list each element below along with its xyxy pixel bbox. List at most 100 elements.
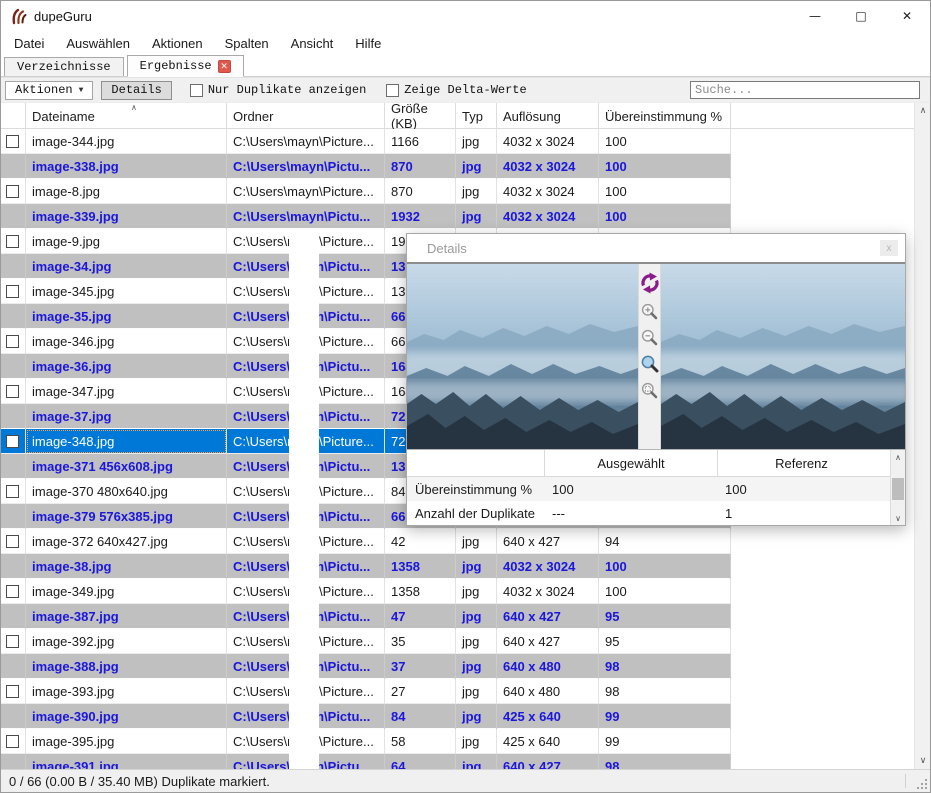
header-ordner[interactable]: Ordner bbox=[227, 103, 385, 129]
row-checkbox[interactable] bbox=[6, 435, 19, 448]
row-checkbox-cell bbox=[1, 179, 26, 204]
cell-filename: image-372 640x427.jpg bbox=[26, 529, 227, 554]
menu-ansicht[interactable]: Ansicht bbox=[280, 36, 345, 51]
row-checkbox[interactable] bbox=[6, 385, 19, 398]
cell-resolution: 640 x 480 bbox=[497, 654, 599, 679]
cell-resolution: 425 x 640 bbox=[497, 729, 599, 754]
header-uebereinstimmung[interactable]: Übereinstimmung % bbox=[599, 103, 731, 129]
cell-resolution: 4032 x 3024 bbox=[497, 554, 599, 579]
details-info-scrollbar[interactable]: ∧ ∨ bbox=[890, 450, 905, 525]
row-checkbox[interactable] bbox=[6, 535, 19, 548]
zoom-normal-size-icon[interactable] bbox=[641, 355, 659, 373]
cell-size-kb: 870 bbox=[385, 154, 456, 179]
table-row[interactable]: image-395.jpg C:\Users\mayn\Picture... 5… bbox=[1, 729, 731, 754]
cell-size-kb: 27 bbox=[385, 679, 456, 704]
info-label: Übereinstimmung % bbox=[407, 482, 544, 497]
cell-type: jpg bbox=[456, 704, 497, 729]
table-row[interactable]: image-38.jpg C:\Users\mayn\Pictu... 1358… bbox=[1, 554, 731, 579]
delta-values-checkbox[interactable] bbox=[386, 84, 399, 97]
row-checkbox[interactable] bbox=[6, 135, 19, 148]
scroll-up-icon[interactable]: ∧ bbox=[891, 450, 905, 464]
table-row[interactable]: image-391.jpg C:\Users\mayn\Pictu... 64 … bbox=[1, 754, 731, 769]
menu-aktionen[interactable]: Aktionen bbox=[141, 36, 214, 51]
cell-filename: image-392.jpg bbox=[26, 629, 227, 654]
row-checkbox[interactable] bbox=[6, 235, 19, 248]
table-row[interactable]: image-338.jpg C:\Users\mayn\Pictu... 870… bbox=[1, 154, 731, 179]
details-button[interactable]: Details bbox=[101, 81, 171, 100]
row-checkbox-cell bbox=[1, 604, 26, 629]
cell-size-kb: 1358 bbox=[385, 579, 456, 604]
cell-size-kb: 42 bbox=[385, 529, 456, 554]
cell-filename: image-37.jpg bbox=[26, 404, 227, 429]
table-row[interactable]: image-339.jpg C:\Users\mayn\Pictu... 193… bbox=[1, 204, 731, 229]
cell-filename: image-388.jpg bbox=[26, 654, 227, 679]
cell-resolution: 640 x 427 bbox=[497, 754, 599, 770]
table-row[interactable]: image-392.jpg C:\Users\mayn\Picture... 3… bbox=[1, 629, 731, 654]
table-row[interactable]: image-372 640x427.jpg C:\Users\mayn\Pict… bbox=[1, 529, 731, 554]
details-dialog-titlebar[interactable]: Details x bbox=[407, 234, 905, 262]
menu-auswaehlen[interactable]: Auswählen bbox=[55, 36, 141, 51]
table-row[interactable]: image-390.jpg C:\Users\mayn\Pictu... 84 … bbox=[1, 704, 731, 729]
maximize-button[interactable]: □ bbox=[838, 1, 884, 31]
cell-filename: image-395.jpg bbox=[26, 729, 227, 754]
scroll-up-icon[interactable]: ∧ bbox=[915, 103, 930, 119]
row-checkbox[interactable] bbox=[6, 335, 19, 348]
table-row[interactable]: image-8.jpg C:\Users\mayn\Picture... 870… bbox=[1, 179, 731, 204]
cell-filename: image-349.jpg bbox=[26, 579, 227, 604]
scroll-down-icon[interactable]: ∨ bbox=[891, 511, 905, 525]
row-checkbox-cell bbox=[1, 279, 26, 304]
cell-resolution: 640 x 480 bbox=[497, 679, 599, 704]
table-row[interactable]: image-349.jpg C:\Users\mayn\Picture... 1… bbox=[1, 579, 731, 604]
resize-grip[interactable] bbox=[917, 779, 927, 789]
row-checkbox[interactable] bbox=[6, 185, 19, 198]
cell-type: jpg bbox=[456, 179, 497, 204]
app-window: dupeGuru — □ ✕ Datei Auswählen Aktionen … bbox=[0, 0, 931, 793]
row-checkbox-cell bbox=[1, 504, 26, 529]
tab-close-icon[interactable]: ✕ bbox=[218, 60, 231, 73]
close-button[interactable]: ✕ bbox=[884, 1, 930, 31]
menu-hilfe[interactable]: Hilfe bbox=[344, 36, 392, 51]
header-dateiname[interactable]: Dateiname bbox=[26, 103, 227, 129]
row-checkbox[interactable] bbox=[6, 285, 19, 298]
cell-resolution: 4032 x 3024 bbox=[497, 154, 599, 179]
details-close-icon[interactable]: x bbox=[880, 240, 898, 256]
dupes-only-checkbox[interactable] bbox=[190, 84, 203, 97]
cell-filename: image-36.jpg bbox=[26, 354, 227, 379]
row-checkbox[interactable] bbox=[6, 485, 19, 498]
table-row[interactable]: image-393.jpg C:\Users\mayn\Picture... 2… bbox=[1, 679, 731, 704]
menu-datei[interactable]: Datei bbox=[3, 36, 55, 51]
minimize-button[interactable]: — bbox=[792, 1, 838, 31]
status-bar: 0 / 66 (0.00 B / 35.40 MB) Duplikate mar… bbox=[1, 769, 930, 792]
zoom-out-icon[interactable] bbox=[641, 329, 658, 346]
cell-match-percent: 95 bbox=[599, 629, 731, 654]
table-scrollbar[interactable]: ∧ ∨ bbox=[914, 103, 930, 769]
row-checkbox[interactable] bbox=[6, 685, 19, 698]
cell-filename: image-35.jpg bbox=[26, 304, 227, 329]
row-checkbox[interactable] bbox=[6, 735, 19, 748]
table-row[interactable]: image-388.jpg C:\Users\mayn\Pictu... 37 … bbox=[1, 654, 731, 679]
table-row[interactable]: image-387.jpg C:\Users\mayn\Pictu... 47 … bbox=[1, 604, 731, 629]
scroll-down-icon[interactable]: ∨ bbox=[915, 753, 930, 769]
scrollbar-thumb[interactable] bbox=[892, 478, 904, 500]
tab-ergebnisse[interactable]: Ergebnisse ✕ bbox=[127, 55, 244, 77]
row-checkbox-cell bbox=[1, 454, 26, 479]
row-checkbox[interactable] bbox=[6, 585, 19, 598]
cell-size-kb: 1932 bbox=[385, 204, 456, 229]
col-ausgewaehlt: Ausgewählt bbox=[544, 450, 717, 476]
header-groesse[interactable]: Größe (KB) bbox=[385, 103, 456, 129]
menu-spalten[interactable]: Spalten bbox=[214, 36, 280, 51]
zoom-in-icon[interactable] bbox=[641, 303, 658, 320]
tab-verzeichnisse[interactable]: Verzeichnisse bbox=[4, 57, 124, 76]
cell-match-percent: 99 bbox=[599, 729, 731, 754]
actions-dropdown-button[interactable]: Aktionen ▼ bbox=[5, 81, 93, 100]
header-typ[interactable]: Typ bbox=[456, 103, 497, 129]
row-checkbox[interactable] bbox=[6, 635, 19, 648]
swap-images-icon[interactable] bbox=[639, 272, 661, 294]
table-row[interactable]: image-344.jpg C:\Users\mayn\Picture... 1… bbox=[1, 129, 731, 154]
header-aufloesung[interactable]: Auflösung bbox=[497, 103, 599, 129]
search-input[interactable] bbox=[690, 81, 920, 99]
details-info-row: Anzahl der Duplikate --- 1 bbox=[407, 501, 905, 525]
row-checkbox-cell bbox=[1, 629, 26, 654]
zoom-best-fit-icon[interactable] bbox=[641, 382, 658, 399]
toolbar: Aktionen ▼ Details Nur Duplikate anzeige… bbox=[1, 77, 930, 102]
